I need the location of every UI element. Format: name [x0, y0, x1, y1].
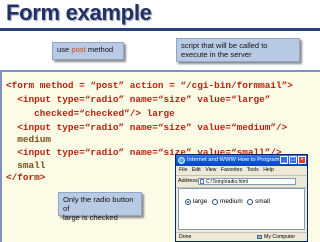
status-bar: Done My Computer [176, 232, 307, 241]
close-button[interactable]: × [298, 156, 306, 164]
radio-checked-callout: Only the radio button of large is checke… [58, 192, 142, 222]
browser-content: large medium small [178, 188, 305, 230]
radio-large[interactable] [185, 199, 191, 205]
post-callout-suffix: method [85, 45, 114, 54]
minimize-button[interactable]: _ [280, 156, 288, 164]
radio-medium-label: medium [220, 198, 243, 205]
radio-small[interactable] [247, 199, 253, 205]
post-callout-keyword: post [71, 45, 86, 54]
script-callout-line2: execute in the server [181, 50, 252, 59]
code-line: <input type=“radio” name=“size” value=“l… [6, 94, 271, 105]
computer-icon [257, 235, 262, 239]
post-callout-prefix: use [57, 45, 72, 54]
browser-title: Internet and WWW How to Program -... [187, 157, 288, 163]
address-input[interactable]: C:\Temp\radio.html [198, 178, 296, 185]
menu-file[interactable]: File [179, 167, 187, 173]
code-line: medium [6, 134, 52, 145]
status-done: Done [179, 234, 192, 240]
server-script-callout: script that will be called to execute in… [176, 38, 300, 62]
radio-callout-line2: large is checked [63, 213, 118, 222]
menu-view[interactable]: View [205, 167, 216, 173]
title-underline [0, 28, 320, 31]
code-line: checked=“checked”/> large [6, 108, 175, 119]
ie-icon [178, 157, 185, 164]
maximize-button[interactable]: □ [289, 156, 297, 164]
code-line: </form> [6, 172, 46, 183]
radio-callout-line1: Only the radio button of [63, 195, 134, 213]
radio-small-label: small [255, 198, 270, 205]
address-label: Address [178, 178, 198, 184]
address-bar: Address C:\Temp\radio.html [176, 175, 307, 188]
slide-title: Form example [6, 0, 152, 25]
browser-window: Internet and WWW How to Program -... _ □… [175, 154, 308, 242]
code-line: <input type=“radio” name=“size” value=“m… [6, 122, 288, 133]
code-line: small [6, 160, 46, 171]
menu-edit[interactable]: Edit [192, 167, 201, 173]
code-line: <form method = “post” action = “/cgi-bin… [6, 80, 293, 91]
menu-tools[interactable]: Tools [247, 167, 259, 173]
post-method-callout: use post method [52, 42, 124, 60]
status-zone: My Computer [264, 234, 296, 240]
script-callout-line1: script that will be called to [181, 41, 268, 50]
radio-medium[interactable] [212, 199, 218, 205]
radio-large-label: large [193, 198, 208, 205]
page-icon [200, 179, 204, 184]
menu-favorites[interactable]: Favorites [221, 167, 242, 173]
browser-titlebar[interactable]: Internet and WWW How to Program -... _ □… [176, 155, 307, 166]
address-value: C:\Temp\radio.html [206, 179, 248, 185]
browser-menubar: File Edit View Favorites Tools Help [176, 166, 307, 174]
menu-help[interactable]: Help [263, 167, 274, 173]
